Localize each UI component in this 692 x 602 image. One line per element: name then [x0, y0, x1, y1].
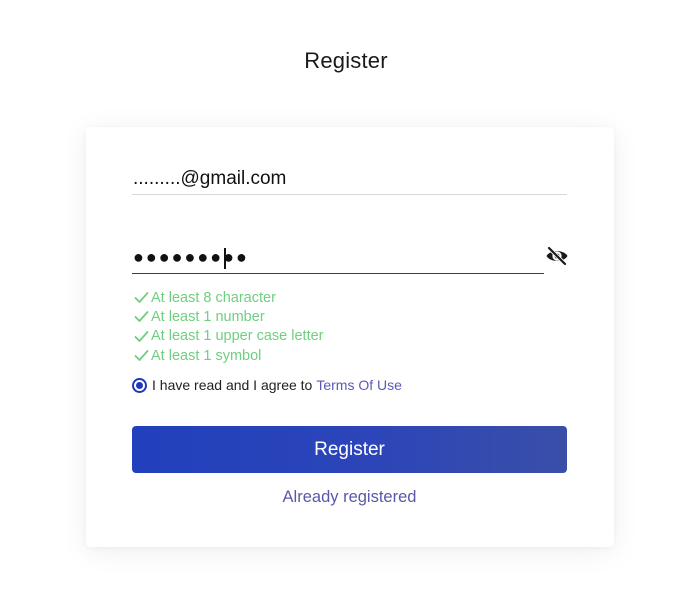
register-card: At least 8 character At least 1 number A… — [86, 127, 614, 547]
password-field[interactable] — [132, 243, 544, 272]
password-rule-label: At least 1 number — [151, 308, 265, 325]
password-rule-item: At least 1 symbol — [134, 346, 534, 365]
toggle-password-visibility-button[interactable] — [544, 245, 570, 267]
terms-radio[interactable] — [132, 377, 147, 393]
register-page: Register At least 8 character — [0, 0, 692, 602]
password-field-wrapper — [132, 243, 544, 274]
password-rule-label: At least 8 character — [151, 289, 276, 306]
password-rule-label: At least 1 upper case letter — [151, 328, 324, 345]
password-rule-item: At least 8 character — [134, 288, 534, 307]
radio-selected-dot — [136, 381, 143, 389]
terms-agreement: I have read and I agree to Terms Of Use — [132, 377, 402, 393]
password-rule-label: At least 1 symbol — [151, 347, 262, 364]
password-rule-item: At least 1 number — [134, 307, 534, 326]
register-button[interactable]: Register — [132, 426, 567, 473]
eye-slash-icon — [546, 246, 568, 266]
email-field-wrapper — [132, 165, 567, 195]
text-caret — [224, 248, 226, 269]
password-rules-list: At least 8 character At least 1 number A… — [134, 288, 534, 365]
terms-of-use-link[interactable]: Terms Of Use — [316, 377, 402, 393]
check-icon — [134, 311, 149, 323]
check-icon — [134, 292, 149, 304]
email-field[interactable] — [132, 165, 567, 193]
password-rule-item: At least 1 upper case letter — [134, 327, 534, 346]
check-icon — [134, 350, 149, 361]
already-registered-link[interactable]: Already registered — [132, 488, 567, 507]
terms-text: I have read and I agree to — [152, 377, 313, 393]
check-icon — [134, 330, 149, 342]
page-title: Register — [304, 48, 388, 73]
